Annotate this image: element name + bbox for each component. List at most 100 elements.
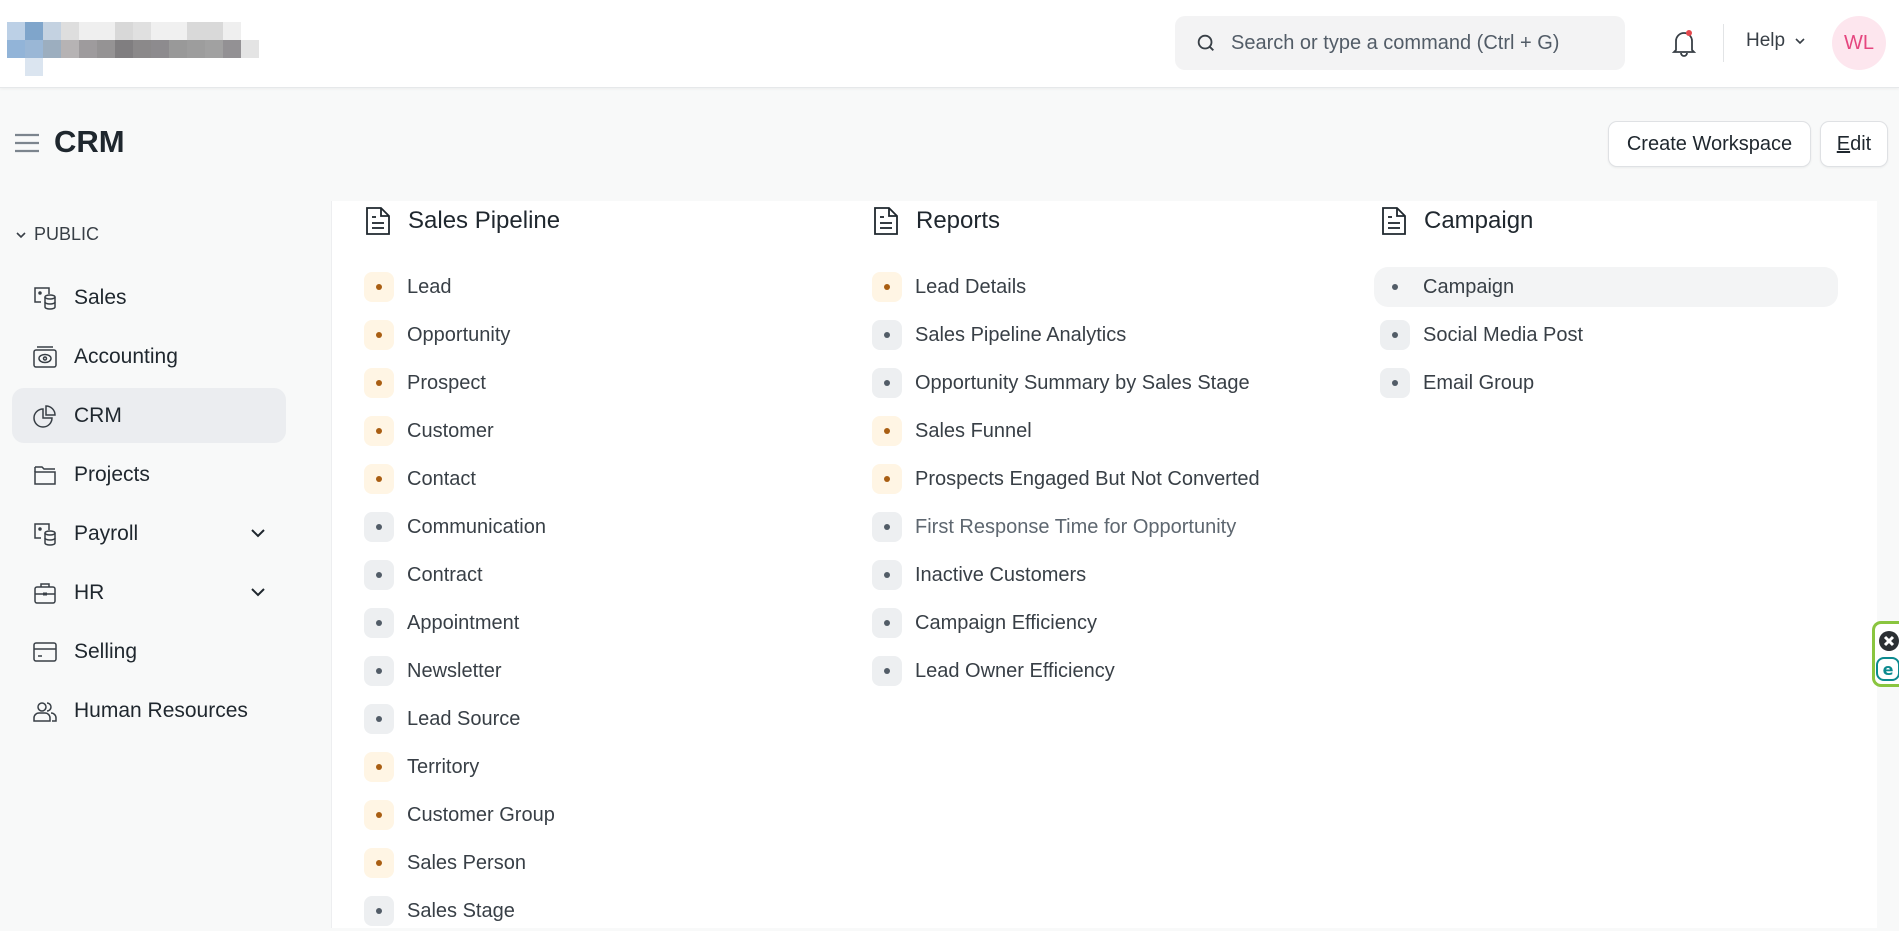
notification-bell-icon[interactable] [1670, 28, 1698, 58]
bullet-icon [1380, 272, 1410, 302]
company-logo[interactable] [7, 22, 259, 78]
bullet-icon [1380, 368, 1410, 398]
card-header: Campaign [1380, 205, 1533, 237]
sidebar-item-payroll[interactable]: Payroll [12, 506, 286, 561]
sidebar-item-label: Projects [74, 462, 150, 486]
create-workspace-button[interactable]: Create Workspace [1608, 121, 1811, 167]
card-link-label: Contract [407, 563, 483, 586]
bullet-icon [364, 272, 394, 302]
bullet-icon [872, 320, 902, 350]
sidebar-item-accounting[interactable]: Accounting [12, 329, 286, 384]
edit-label: dit [1850, 132, 1872, 155]
card-link-label: Customer [407, 419, 494, 442]
bullet-dot [376, 284, 382, 290]
sidebar-item-human-resources[interactable]: Human Resources [12, 683, 286, 738]
user-avatar[interactable]: WL [1832, 16, 1886, 70]
sidebar-item-selling[interactable]: Selling [12, 624, 286, 679]
sidebar-item-projects[interactable]: Projects [12, 447, 286, 502]
card-link-item[interactable]: Lead [364, 267, 452, 307]
card-header: Sales Pipeline [364, 205, 560, 237]
folder-icon [34, 465, 56, 485]
card-link-item[interactable]: Customer Group [364, 795, 555, 835]
card-link-label: Prospect [407, 371, 486, 394]
eset-extension-widget[interactable]: e [1872, 621, 1899, 687]
card-link-label: Sales Stage [407, 899, 515, 922]
svg-text:e: e [1883, 660, 1894, 679]
public-section-label: PUBLIC [34, 224, 100, 244]
bullet-dot [376, 812, 382, 818]
card-link-item[interactable]: Sales Stage [364, 891, 515, 931]
help-menu[interactable]: Help [1746, 30, 1807, 52]
bullet-icon [364, 464, 394, 494]
sales-icon [34, 286, 56, 310]
bullet-icon [872, 464, 902, 494]
edit-button[interactable]: Edit [1820, 121, 1888, 167]
sidebar-toggle-icon[interactable] [15, 133, 39, 153]
bullet-dot [884, 380, 890, 386]
bullet-dot [376, 572, 382, 578]
bullet-dot [884, 572, 890, 578]
sidebar-item-hr[interactable]: HR [12, 565, 286, 620]
card-link-item[interactable]: Sales Funnel [872, 411, 1032, 451]
card-link-item[interactable]: Lead Details [872, 267, 1026, 307]
close-icon[interactable] [1878, 630, 1899, 652]
card-link-item[interactable]: Newsletter [364, 651, 501, 691]
card-link-item[interactable]: Inactive Customers [872, 555, 1086, 595]
bullet-dot [376, 380, 382, 386]
sidebar-item-sales[interactable]: Sales [12, 270, 286, 325]
chevron-down-icon[interactable] [248, 523, 268, 543]
sidebar-item-label: Human Resources [74, 698, 248, 722]
card-link-item[interactable]: Campaign [1374, 267, 1838, 307]
card-link-label: Newsletter [407, 659, 502, 682]
card-link-item[interactable]: Prospects Engaged But Not Converted [872, 459, 1260, 499]
card-link-item[interactable]: Communication [364, 507, 546, 547]
card-link-label: Lead Owner Efficiency [915, 659, 1115, 682]
public-section-toggle[interactable]: PUBLIC [14, 224, 99, 245]
card-link-item[interactable]: Social Media Post [1380, 315, 1583, 355]
chevron-down-icon[interactable] [248, 582, 268, 602]
card-link-item[interactable]: Opportunity Summary by Sales Stage [872, 363, 1250, 403]
users-icon [33, 701, 57, 722]
card-link-item[interactable]: Appointment [364, 603, 519, 643]
bullet-icon [364, 656, 394, 686]
card-link-label: Sales Person [407, 851, 526, 874]
card-link-item[interactable]: Contact [364, 459, 476, 499]
bullet-dot [376, 476, 382, 482]
card-link-label: First Response Time for Opportunity [915, 515, 1237, 538]
bullet-dot [376, 668, 382, 674]
bullet-dot [884, 284, 890, 290]
card-link-label: Inactive Customers [915, 563, 1087, 586]
card-link-item[interactable]: Lead Source [364, 699, 520, 739]
bullet-icon [364, 320, 394, 350]
sidebar-item-label: HR [74, 580, 105, 604]
page-title: CRM [54, 124, 125, 159]
sidebar-item-crm[interactable]: CRM [12, 388, 286, 443]
card-link-item[interactable]: Prospect [364, 363, 486, 403]
card-link-label: Prospects Engaged But Not Converted [915, 467, 1260, 490]
card-link-item[interactable]: Sales Pipeline Analytics [872, 315, 1126, 355]
card-link-item[interactable]: Contract [364, 555, 483, 595]
search-bar[interactable] [1175, 16, 1625, 70]
card-link-item[interactable]: Sales Person [364, 843, 526, 883]
search-input[interactable] [1231, 31, 1611, 55]
chevron-down-icon [16, 231, 26, 238]
bullet-icon [364, 416, 394, 446]
card-link-item[interactable]: Opportunity [364, 315, 510, 355]
navbar: Help WL [0, 0, 1899, 88]
card-link-item[interactable]: Lead Owner Efficiency [872, 651, 1115, 691]
card-link-label: Sales Funnel [915, 419, 1032, 442]
card-header: Reports [872, 205, 1000, 237]
bullet-dot [376, 620, 382, 626]
bullet-dot [376, 716, 382, 722]
sidebar-item-label: Sales [74, 285, 127, 309]
page-header: CRM Create Workspace Edit [0, 110, 1899, 178]
card-link-item[interactable]: Email Group [1380, 363, 1534, 403]
sidebar-item-label: Payroll [74, 521, 139, 545]
card-link-item[interactable]: Territory [364, 747, 479, 787]
card-link-item[interactable]: Customer [364, 411, 494, 451]
card-link-item[interactable]: Campaign Efficiency [872, 603, 1097, 643]
bullet-icon [872, 368, 902, 398]
card-link-item[interactable]: First Response Time for Opportunity [872, 507, 1236, 547]
bullet-dot [376, 764, 382, 770]
workspace-content: Sales Pipeline Lead Opportunity Prospect Cu… [331, 201, 1877, 928]
